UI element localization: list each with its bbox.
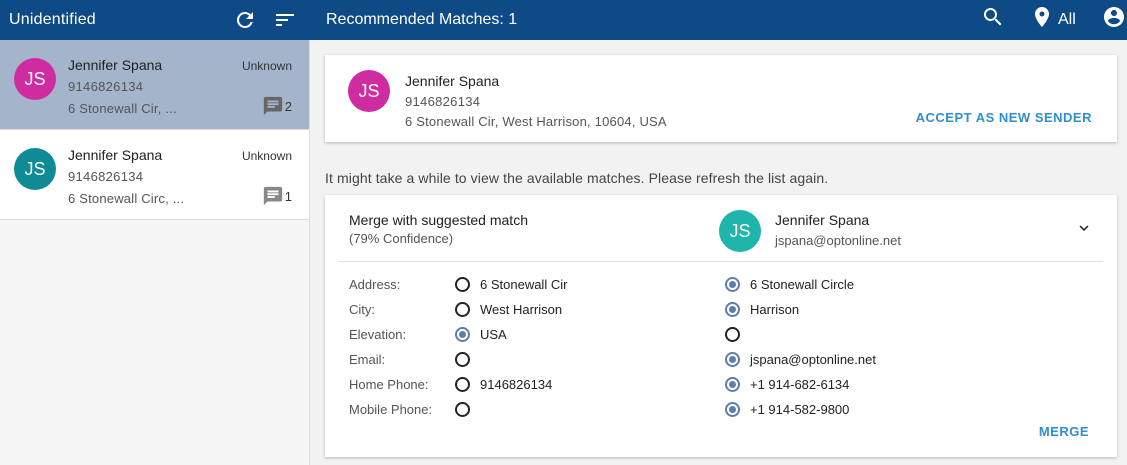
contact-list-item[interactable]: JS Jennifer Spana 9146826134 6 Stonewall… <box>0 130 309 220</box>
divider <box>339 261 1103 262</box>
main-panel: JS Jennifer Spana 9146826134 6 Stonewall… <box>310 40 1127 465</box>
left-header: Unidentified <box>0 0 310 40</box>
account-circle-icon[interactable] <box>1102 5 1126 29</box>
sender-address: 6 Stonewall Cir, West Harrison, 10604, U… <box>405 114 667 129</box>
field-label: Elevation: <box>349 327 407 342</box>
contact-phone: 9146826134 <box>68 79 144 94</box>
message-count: 2 <box>262 95 292 117</box>
right-value-radio[interactable] <box>725 377 740 392</box>
location-pin-icon[interactable] <box>1030 5 1054 29</box>
right-value-radio[interactable] <box>725 302 740 317</box>
right-header: Recommended Matches: 1 All <box>310 0 1127 40</box>
left-value: West Harrison <box>480 302 563 317</box>
contact-phone: 9146826134 <box>68 169 144 184</box>
avatar: JS <box>719 210 761 252</box>
field-label: Home Phone: <box>349 377 429 392</box>
list-title: Unidentified <box>9 11 96 28</box>
right-value-radio[interactable] <box>725 402 740 417</box>
contact-list: JS Jennifer Spana 9146826134 6 Stonewall… <box>0 40 310 465</box>
message-count: 1 <box>262 185 292 207</box>
message-count-value: 1 <box>284 188 292 204</box>
left-value: 9146826134 <box>480 377 553 392</box>
location-filter-label[interactable]: All <box>1058 11 1076 29</box>
right-value: +1 914-682-6134 <box>750 377 850 392</box>
right-value-radio[interactable] <box>725 327 740 342</box>
merge-title: Merge with suggested match <box>349 212 528 228</box>
left-value-radio[interactable] <box>455 352 470 367</box>
matches-title: Recommended Matches: 1 <box>326 11 518 28</box>
right-value-radio[interactable] <box>725 277 740 292</box>
right-value: jspana@optonline.net <box>750 352 876 367</box>
left-value-radio[interactable] <box>455 302 470 317</box>
merge-button[interactable]: MERGE <box>1039 424 1089 439</box>
merge-field-row: Mobile Phone: +1 914-582-9800 <box>325 400 1117 420</box>
merge-field-row: Email: jspana@optonline.net <box>325 350 1117 370</box>
left-value-radio[interactable] <box>455 402 470 417</box>
contact-list-item[interactable]: JS Jennifer Spana 9146826134 6 Stonewall… <box>0 40 309 130</box>
avatar: JS <box>14 148 56 190</box>
left-value-radio[interactable] <box>455 377 470 392</box>
contact-status: Unknown <box>241 59 292 73</box>
contact-status: Unknown <box>241 149 292 163</box>
field-label: Address: <box>349 277 401 292</box>
contact-name: Jennifer Spana <box>68 57 163 73</box>
left-value-radio[interactable] <box>455 327 470 342</box>
contact-name: Jennifer Spana <box>68 147 163 163</box>
avatar: JS <box>14 58 56 100</box>
message-count-value: 2 <box>284 98 292 114</box>
sender-phone: 9146826134 <box>405 94 481 109</box>
merge-field-row: Address: 6 Stonewall Cir 6 Stonewall Circl… <box>325 275 1117 295</box>
match-card: Merge with suggested match (79% Confiden… <box>325 195 1117 457</box>
refresh-icon[interactable] <box>233 8 257 32</box>
right-value-radio[interactable] <box>725 352 740 367</box>
field-label: City: <box>349 302 375 317</box>
sender-name: Jennifer Spana <box>405 73 500 89</box>
merge-confidence: (79% Confidence) <box>349 231 454 246</box>
right-value: +1 914-582-9800 <box>750 402 850 417</box>
match-name: Jennifer Spana <box>775 212 870 228</box>
accept-as-new-sender-button[interactable]: ACCEPT AS NEW SENDER <box>916 110 1092 125</box>
right-value: Harrison <box>750 302 800 317</box>
search-icon[interactable] <box>981 5 1005 29</box>
message-icon <box>263 186 282 206</box>
field-label: Mobile Phone: <box>349 402 433 417</box>
left-value: USA <box>480 327 507 342</box>
sort-icon[interactable] <box>273 8 297 32</box>
message-icon <box>263 96 282 116</box>
contact-address: 6 Stonewall Cir, ... <box>68 101 177 116</box>
avatar: JS <box>348 70 390 112</box>
right-value: 6 Stonewall Circle <box>750 277 855 292</box>
match-email: jspana@optonline.net <box>775 233 901 248</box>
field-label: Email: <box>349 352 386 367</box>
merge-field-row: Home Phone: 9146826134 +1 914-682-6134 <box>325 375 1117 395</box>
left-value: 6 Stonewall Cir <box>480 277 568 292</box>
contact-address: 6 Stonewall Circ, ... <box>68 191 185 206</box>
sender-card: JS Jennifer Spana 9146826134 6 Stonewall… <box>325 55 1117 142</box>
merge-field-row: Elevation: USA <box>325 325 1117 345</box>
merge-field-row: City: West Harrison Harrison <box>325 300 1117 320</box>
left-value-radio[interactable] <box>455 277 470 292</box>
refresh-hint: It might take a while to view the availa… <box>325 170 829 186</box>
chevron-down-icon[interactable] <box>1075 219 1093 237</box>
